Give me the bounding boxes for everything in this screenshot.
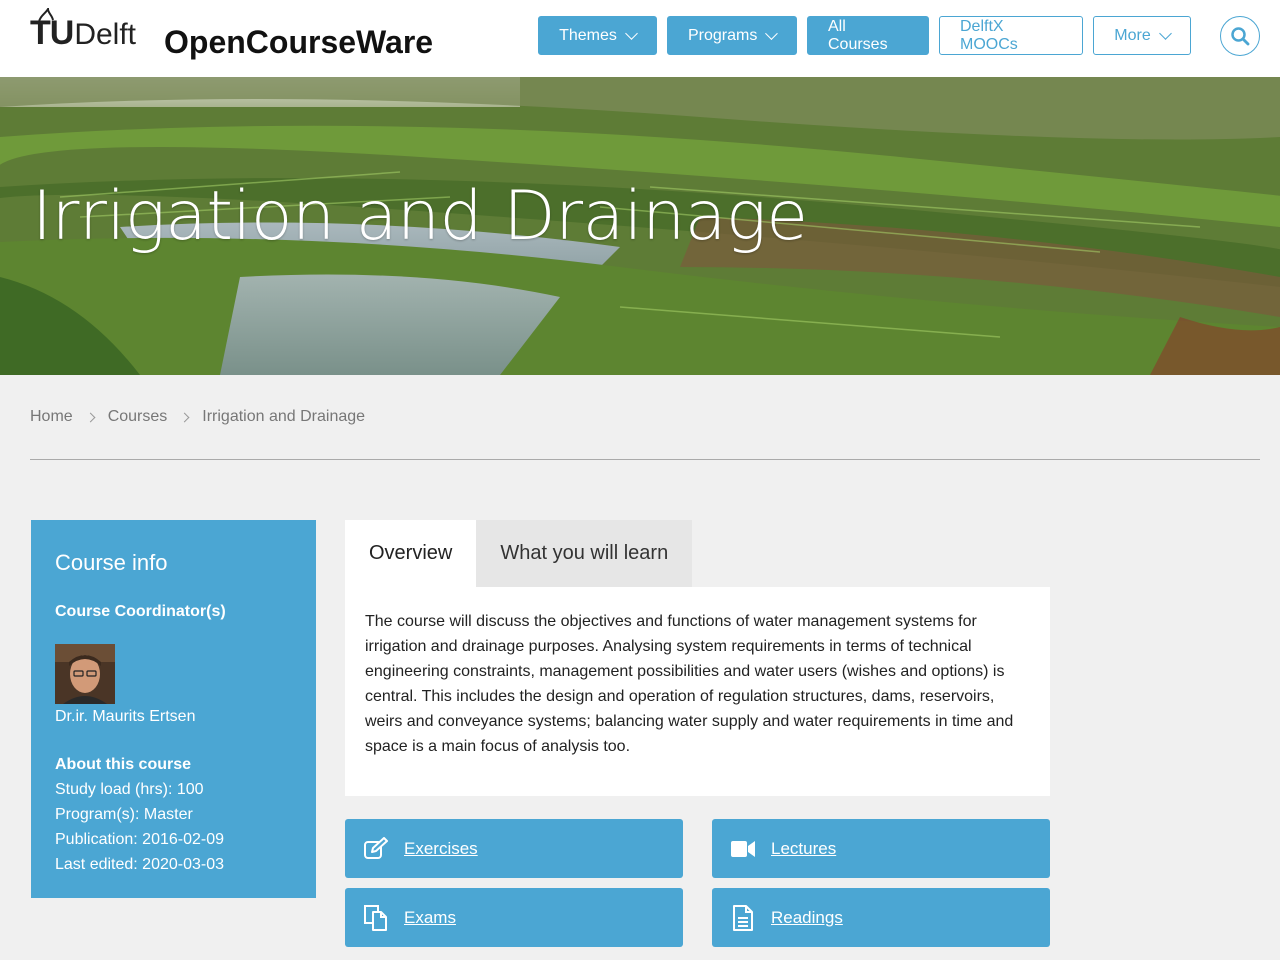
logo-tu-text: TU: [30, 8, 74, 50]
nav-delftx-moocs-label: DelftX MOOCs: [960, 17, 1018, 53]
course-info-title: Course info: [55, 550, 168, 575]
nav-themes-label: Themes: [559, 26, 617, 44]
video-camera-icon: [730, 836, 756, 862]
breadcrumb: Home Courses Irrigation and Drainage: [30, 408, 365, 426]
breadcrumb-current: Irrigation and Drainage: [202, 408, 366, 425]
coordinator-name[interactable]: Dr.ir. Maurits Ertsen: [55, 708, 195, 726]
chevron-down-icon: [765, 26, 778, 40]
lectures-button[interactable]: Lectures: [712, 819, 1050, 878]
publication-date: Publication: 2016-02-09: [55, 831, 225, 848]
nav-more-label: More: [1114, 26, 1151, 44]
overview-text: The course will discuss the objectives a…: [365, 613, 1014, 755]
documents-icon: [363, 904, 389, 931]
exams-label: Exams: [404, 907, 456, 927]
study-load: Study load (hrs): 100: [55, 781, 204, 798]
chevron-right-icon: [85, 412, 96, 422]
breadcrumb-courses[interactable]: Courses: [108, 408, 168, 426]
overview-panel: The course will discuss the objectives a…: [345, 587, 1050, 796]
coordinator-photo: [55, 644, 115, 704]
nav-programs-label: Programs: [688, 26, 758, 44]
tu-delft-logo[interactable]: TU Delft: [30, 8, 137, 51]
flame-icon: [38, 8, 54, 22]
tab-what-you-will-learn[interactable]: What you will learn: [476, 520, 693, 587]
readings-label: Readings: [771, 907, 843, 927]
exams-button[interactable]: Exams: [345, 888, 683, 947]
chevron-down-icon: [625, 26, 638, 40]
nav-delftx-moocs-button[interactable]: DelftX MOOCs: [939, 16, 1083, 55]
tab-overview[interactable]: Overview: [345, 520, 477, 587]
nav-all-courses-label: All Courses: [828, 17, 888, 53]
hero-banner: Irrigation and Drainage: [0, 77, 1280, 375]
chevron-down-icon: [1158, 26, 1172, 40]
course-info-panel: Course info Course Coordinator(s) Dr.ir.…: [31, 520, 316, 898]
about-course: About this course Study load (hrs): 100 …: [55, 752, 224, 877]
document-text-icon: [730, 904, 756, 931]
course-tabs: Overview What you will learn: [345, 520, 693, 587]
main-nav: Themes Programs All Courses DelftX MOOCs…: [538, 16, 1191, 55]
search-button[interactable]: [1220, 16, 1260, 56]
readings-button[interactable]: Readings: [712, 888, 1050, 947]
site-header: TU Delft OpenCourseWare Themes Programs …: [0, 0, 1280, 77]
nav-all-courses-button[interactable]: All Courses: [807, 16, 929, 55]
nav-themes-button[interactable]: Themes: [538, 16, 657, 55]
avatar[interactable]: [55, 644, 115, 704]
nav-programs-button[interactable]: Programs: [667, 16, 797, 55]
edit-icon: [363, 836, 389, 862]
exercises-label: Exercises: [404, 838, 478, 858]
course-title: Irrigation and Drainage: [32, 177, 808, 256]
last-edited-date: Last edited: 2020-03-03: [55, 856, 225, 873]
breadcrumb-home[interactable]: Home: [30, 408, 73, 426]
search-icon: [1231, 27, 1250, 46]
site-title[interactable]: OpenCourseWare: [164, 26, 433, 58]
logo-delft-text: Delft: [74, 18, 137, 51]
lectures-label: Lectures: [771, 838, 837, 858]
nav-more-button[interactable]: More: [1093, 16, 1191, 55]
divider: [30, 459, 1260, 460]
about-label: About this course: [55, 756, 192, 773]
programs: Program(s): Master: [55, 806, 193, 823]
coordinator-label: Course Coordinator(s): [55, 603, 226, 620]
chevron-right-icon: [179, 412, 190, 422]
exercises-button[interactable]: Exercises: [345, 819, 683, 878]
